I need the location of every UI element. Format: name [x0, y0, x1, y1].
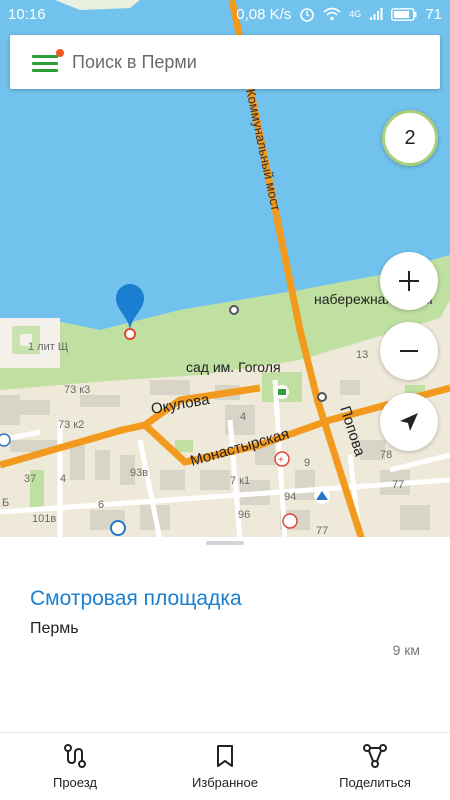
- share-icon: [363, 744, 387, 768]
- menu-button[interactable]: [10, 35, 72, 89]
- route-icon: [64, 744, 86, 768]
- my-location-button[interactable]: [380, 393, 438, 451]
- favorites-button[interactable]: Избранное: [150, 733, 300, 800]
- hamburger-icon-line: [32, 69, 58, 72]
- place-distance: 9 км: [392, 642, 420, 658]
- zoom-in-button[interactable]: [380, 252, 438, 310]
- house-number: 73 к2: [58, 419, 84, 431]
- status-bar: 10:16 0,08 K/s 4G 71: [0, 0, 450, 28]
- house-number: 96: [238, 509, 250, 521]
- house-number: 101в: [32, 513, 56, 525]
- share-label: Поделиться: [339, 775, 411, 790]
- place-city: Пермь: [30, 620, 79, 637]
- minus-icon: [400, 350, 418, 352]
- house-number: 4: [240, 411, 246, 423]
- notification-dot: [56, 49, 64, 57]
- house-number: 9: [304, 457, 310, 469]
- status-speed: 0,08 K/s: [236, 5, 292, 23]
- status-time: 10:16: [8, 5, 46, 23]
- house-number: 94: [284, 491, 296, 503]
- layers-count-button[interactable]: 2: [382, 110, 438, 166]
- sheet-drag-handle[interactable]: [206, 541, 244, 545]
- wifi-icon: [323, 7, 341, 21]
- search-bar[interactable]: Поиск в Перми: [10, 35, 440, 89]
- house-number: Б: [2, 497, 9, 509]
- bookmark-icon: [217, 745, 233, 767]
- bottom-action-bar: Проезд Избранное Поделиться: [0, 732, 450, 800]
- signal-icon: [370, 8, 383, 20]
- house-number: 78: [380, 449, 392, 461]
- house-number: 13: [356, 349, 368, 361]
- house-number: 1 лит Щ: [28, 341, 68, 353]
- search-input[interactable]: Поиск в Перми: [72, 52, 197, 73]
- share-button[interactable]: Поделиться: [300, 733, 450, 800]
- route-button[interactable]: Проезд: [0, 733, 150, 800]
- house-number: 6: [98, 499, 104, 511]
- hamburger-icon-line: [32, 62, 58, 65]
- route-label: Проезд: [52, 775, 97, 790]
- favorites-label: Избранное: [192, 775, 258, 790]
- house-number: 4: [60, 473, 66, 485]
- svg-text:+: +: [278, 455, 284, 466]
- battery-level: 71: [425, 5, 442, 23]
- house-number: 7 к1: [230, 475, 250, 487]
- battery-icon: [391, 7, 417, 21]
- house-number: 77: [392, 479, 404, 491]
- house-number: 77: [316, 525, 328, 537]
- plus-icon: [399, 271, 419, 291]
- alarm-icon: [300, 8, 315, 22]
- zoom-out-button[interactable]: [380, 322, 438, 380]
- garden-label: сад им. Гоголя: [186, 359, 281, 375]
- house-number: 73 к3: [64, 384, 90, 396]
- layers-count: 2: [404, 126, 416, 149]
- hamburger-icon: [32, 55, 58, 58]
- navigation-arrow-icon: [400, 413, 418, 431]
- network-type: 4G: [349, 8, 362, 19]
- place-title[interactable]: Смотровая площадка: [30, 587, 242, 611]
- house-number: 37: [24, 473, 36, 485]
- house-number: 93в: [130, 467, 148, 479]
